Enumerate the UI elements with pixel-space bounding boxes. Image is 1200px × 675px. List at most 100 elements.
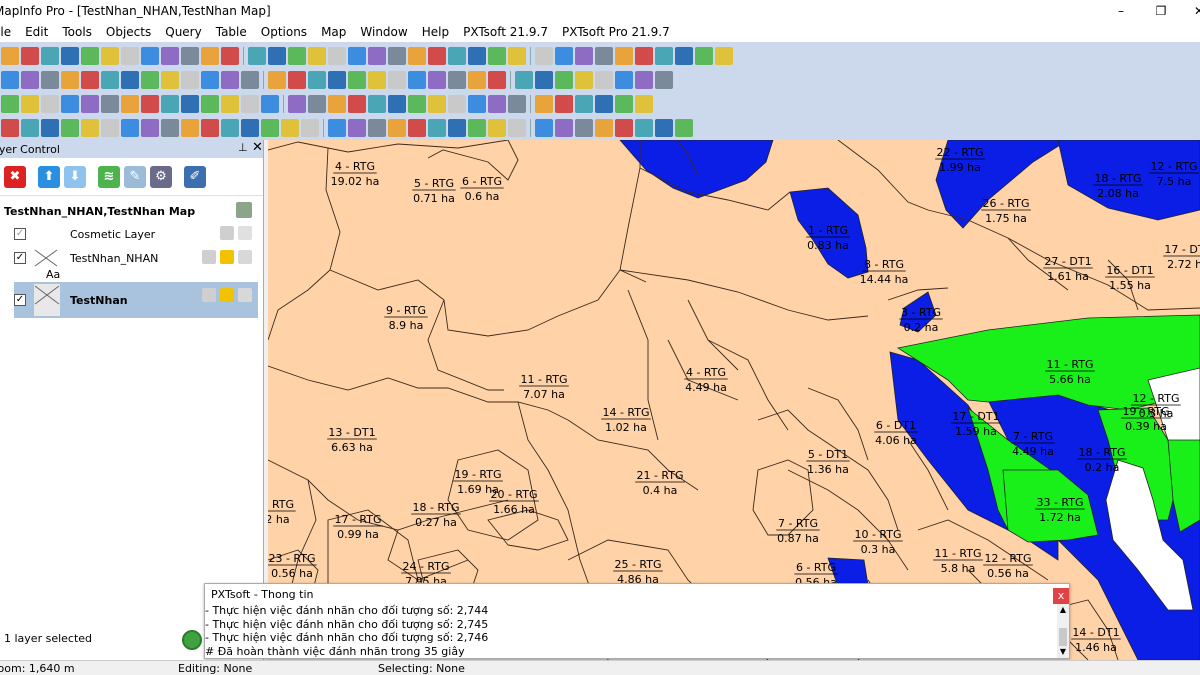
toolbar-tool-icon[interactable]: [715, 47, 733, 65]
toolbar-tool-icon[interactable]: [575, 47, 593, 65]
toolbar-tool-icon[interactable]: [555, 119, 573, 137]
toolbar-tool-icon[interactable]: [288, 95, 306, 113]
toolbar-tool-icon[interactable]: [575, 119, 593, 137]
toolbar-tool-icon[interactable]: [368, 119, 386, 137]
close-panel-icon[interactable]: ✕: [252, 140, 263, 155]
toolbar-tool-icon[interactable]: [655, 71, 673, 89]
toolbar-tool-icon[interactable]: [61, 95, 79, 113]
toolbar-tool-icon[interactable]: [635, 95, 653, 113]
menu-table[interactable]: Table: [209, 25, 254, 39]
close-button[interactable]: ✕: [1176, 0, 1200, 22]
layer-properties-icon[interactable]: ✎: [124, 165, 146, 188]
toolbar-tool-icon[interactable]: [41, 119, 59, 137]
toolbar-tool-icon[interactable]: [575, 71, 593, 89]
toolbar-tool-icon[interactable]: [535, 119, 553, 137]
toolbar-tool-icon[interactable]: [348, 71, 366, 89]
toolbar-tool-icon[interactable]: [141, 71, 159, 89]
toolbar-tool-icon[interactable]: [468, 95, 486, 113]
toolbar-tool-icon[interactable]: [308, 95, 326, 113]
toolbar-tool-icon[interactable]: [268, 47, 286, 65]
pin-icon[interactable]: ⊥: [238, 141, 248, 154]
toolbar-tool-icon[interactable]: [101, 119, 119, 137]
toolbar-tool-icon[interactable]: [288, 47, 306, 65]
toolbar-tool-icon[interactable]: [615, 95, 633, 113]
toolbar-tool-icon[interactable]: [695, 47, 713, 65]
toolbar-tool-icon[interactable]: [595, 95, 613, 113]
toolbar-tool-icon[interactable]: [308, 71, 326, 89]
toolbar-tool-icon[interactable]: [555, 47, 573, 65]
toolbar-tool-icon[interactable]: [61, 71, 79, 89]
toolbar-tool-icon[interactable]: [508, 95, 526, 113]
toolbar-tool-icon[interactable]: [121, 95, 139, 113]
toolbar-tool-icon[interactable]: [555, 95, 573, 113]
toolbar-tool-icon[interactable]: [21, 119, 39, 137]
toolbar-tool-icon[interactable]: [268, 71, 286, 89]
toolbar-tool-icon[interactable]: [201, 47, 219, 65]
toolbar-tool-icon[interactable]: [468, 71, 486, 89]
toolbar-tool-icon[interactable]: [81, 47, 99, 65]
toolbar-tool-icon[interactable]: [161, 119, 179, 137]
editable-icon[interactable]: [220, 226, 234, 240]
toolbar-tool-icon[interactable]: [468, 119, 486, 137]
selectable-icon[interactable]: [220, 250, 234, 264]
toolbar-tool-icon[interactable]: [368, 47, 386, 65]
toolbar-tool-icon[interactable]: [615, 71, 633, 89]
menu-window[interactable]: Window: [353, 25, 414, 39]
toolbar-tool-icon[interactable]: [261, 95, 279, 113]
toolbar-tool-icon[interactable]: [41, 47, 59, 65]
toolbar-tool-icon[interactable]: [201, 95, 219, 113]
toolbar-tool-icon[interactable]: [555, 71, 573, 89]
move-down-icon[interactable]: ⬇: [64, 165, 86, 188]
toolbar-tool-icon[interactable]: [241, 119, 259, 137]
toolbar-tool-icon[interactable]: [488, 71, 506, 89]
toolbar-tool-icon[interactable]: [595, 119, 613, 137]
menu-pxtsoft-pro[interactable]: PXTsoft Pro 21.9.7: [555, 25, 677, 39]
toolbar-tool-icon[interactable]: [41, 71, 59, 89]
toolbar-tool-icon[interactable]: [428, 119, 446, 137]
toolbar-tool-icon[interactable]: [428, 95, 446, 113]
label-icon[interactable]: [238, 288, 252, 302]
map-window[interactable]: 4 - RTG 19.02 ha 5 - RTG 0.71 ha 6 - RTG 0.6 …: [268, 140, 1200, 660]
toolbar-tool-icon[interactable]: [1, 119, 19, 137]
toolbar-tool-icon[interactable]: [655, 119, 673, 137]
toolbar-tool-icon[interactable]: [615, 47, 633, 65]
toolbar-tool-icon[interactable]: [21, 47, 39, 65]
run-button[interactable]: [182, 630, 202, 650]
toolbar-tool-icon[interactable]: [515, 71, 533, 89]
toolbar-tool-icon[interactable]: [328, 47, 346, 65]
toolbar-tool-icon[interactable]: [261, 119, 279, 137]
toolbar-tool-icon[interactable]: [141, 95, 159, 113]
toolbar-tool-icon[interactable]: [181, 71, 199, 89]
selectable-icon[interactable]: [238, 226, 252, 240]
scroll-thumb[interactable]: [1059, 628, 1067, 646]
toolbar-tool-icon[interactable]: [675, 47, 693, 65]
toolbar-tool-icon[interactable]: [448, 47, 466, 65]
remove-layer-icon[interactable]: ✖: [4, 165, 26, 188]
editing-status[interactable]: Editing: None: [178, 662, 252, 675]
menu-edit[interactable]: Edit: [18, 25, 55, 39]
toolbar-tool-icon[interactable]: [635, 71, 653, 89]
toolbar-tool-icon[interactable]: [615, 119, 633, 137]
layer-row-cosmetic[interactable]: ✓ Cosmetic Layer: [14, 222, 258, 246]
toolbar-tool-icon[interactable]: [181, 95, 199, 113]
menu-query[interactable]: Query: [158, 25, 208, 39]
toolbar-tool-icon[interactable]: [121, 119, 139, 137]
toolbar-tool-icon[interactable]: [61, 119, 79, 137]
move-up-icon[interactable]: ⬆: [38, 165, 60, 188]
layer-visibility-checkbox[interactable]: ✓: [14, 252, 26, 264]
toolbar-tool-icon[interactable]: [675, 119, 693, 137]
toolbar-tool-icon[interactable]: [281, 119, 299, 137]
map-node[interactable]: TestNhan_NHAN,TestNhan Map: [0, 200, 264, 222]
selectable-icon[interactable]: [220, 288, 234, 302]
toolbar-tool-icon[interactable]: [221, 119, 239, 137]
layer-row-testnhan-nhan[interactable]: ✓ TestNhan_NHAN: [14, 246, 258, 270]
menu-tools[interactable]: Tools: [55, 25, 99, 39]
scroll-down-icon[interactable]: ▼: [1057, 646, 1069, 658]
toolbar-tool-icon[interactable]: [508, 47, 526, 65]
toolbar-tool-icon[interactable]: [428, 71, 446, 89]
toolbar-tool-icon[interactable]: [388, 47, 406, 65]
toolbar-tool-icon[interactable]: [635, 47, 653, 65]
menu-help[interactable]: Help: [415, 25, 456, 39]
toolbar-tool-icon[interactable]: [241, 71, 259, 89]
add-layer-icon[interactable]: ≋: [98, 165, 120, 188]
